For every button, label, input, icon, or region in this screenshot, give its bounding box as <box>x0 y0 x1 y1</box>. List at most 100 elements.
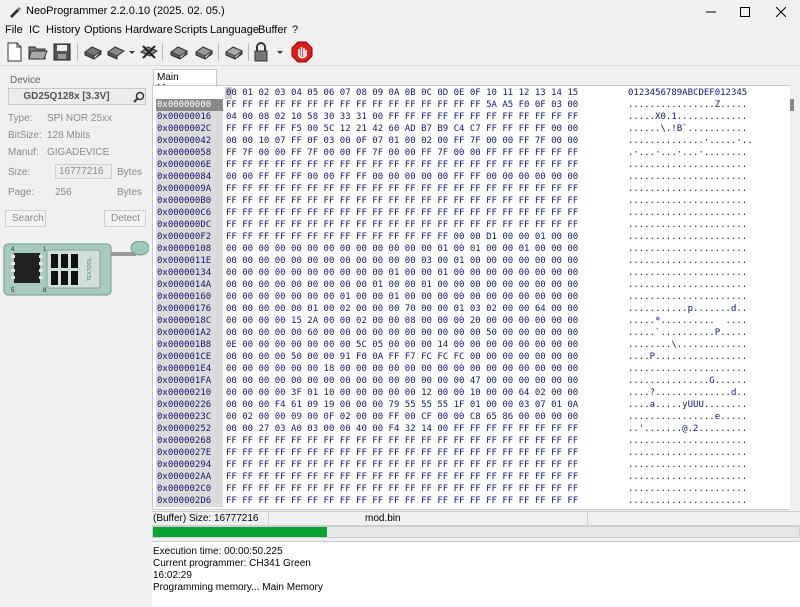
row-bytes[interactable]: 00 00 00 00 00 00 00 00 00 00 00 00 00 0… <box>226 375 578 387</box>
tab-main-memory[interactable]: Main Memory <box>153 69 217 94</box>
row-bytes[interactable]: FF FF FF FF FF FF FF FF FF FF FF FF FF F… <box>226 219 578 231</box>
row-ascii[interactable]: .....*.......... .... <box>628 315 747 327</box>
menu-options[interactable]: Options <box>84 24 122 36</box>
table-row[interactable]: 0x000001A2 00 00 00 00 00 60 00 00 00 00 … <box>153 327 790 339</box>
row-ascii[interactable]: ...................... <box>628 231 747 243</box>
row-bytes[interactable]: 00 00 10 07 FF 0F 03 00 0F 07 01 00 02 0… <box>226 135 578 147</box>
row-ascii[interactable]: ...................... <box>628 255 747 267</box>
table-row[interactable]: 0x00000268 FF FF FF FF FF FF FF FF FF FF … <box>153 435 790 447</box>
row-bytes[interactable]: FF FF FF FF FF FF FF FF FF FF FF FF FF F… <box>226 207 578 219</box>
write-chip-button[interactable] <box>193 41 215 63</box>
row-bytes[interactable]: 04 00 08 02 10 58 30 33 31 00 FF FF FF F… <box>226 111 578 123</box>
row-ascii[interactable]: ................e..... <box>628 411 747 423</box>
row-bytes[interactable]: FF FF FF FF FF FF FF FF FF FF FF FF FF F… <box>226 195 578 207</box>
protect-lock-dropdown[interactable] <box>252 41 286 63</box>
row-bytes[interactable]: 00 00 FF FF FF 00 00 FF FF 00 00 00 00 0… <box>226 171 578 183</box>
table-row[interactable]: 0x0000027E FF FF FF FF FF FF FF FF FF FF … <box>153 447 790 459</box>
row-bytes[interactable]: FF FF FF FF FF FF FF FF FF FF FF FF FF F… <box>226 447 578 459</box>
table-row[interactable]: 0x00000226 00 00 00 F4 61 09 19 00 00 00 … <box>153 399 790 411</box>
row-bytes[interactable]: FF FF FF FF FF FF FF FF FF FF FF FF FF F… <box>226 483 578 495</box>
row-bytes[interactable]: 00 00 00 00 00 60 00 00 00 00 00 00 00 0… <box>226 327 578 339</box>
row-bytes[interactable]: FF FF FF FF FF FF FF FF FF FF FF FF FF F… <box>226 435 578 447</box>
table-row[interactable]: 0x000000DC FF FF FF FF FF FF FF FF FF FF … <box>153 219 790 231</box>
row-bytes[interactable]: FF FF FF FF FF FF FF FF FF FF FF FF FF F… <box>226 495 578 507</box>
row-ascii[interactable]: ...................... <box>628 207 747 219</box>
row-ascii[interactable]: ...........p.......d.. <box>628 303 747 315</box>
row-bytes[interactable]: FF FF FF FF FF FF FF FF FF FF FF FF FF F… <box>226 471 578 483</box>
row-bytes[interactable]: FF FF FF FF FF FF FF FF FF FF FF FF FF F… <box>226 459 578 471</box>
row-bytes[interactable]: 00 00 00 00 3F 01 10 00 00 00 00 00 12 0… <box>226 387 578 399</box>
table-row[interactable]: 0x00000134 00 00 00 00 00 00 00 00 00 00 … <box>153 267 790 279</box>
log-output[interactable]: Execution time: 00:00:50.225 Current pro… <box>152 541 800 607</box>
row-ascii[interactable]: ..'.......@.2......... <box>628 423 747 435</box>
row-bytes[interactable]: 00 00 00 00 00 01 00 02 00 00 00 70 00 0… <box>226 303 578 315</box>
table-row[interactable]: 0x000002C0 FF FF FF FF FF FF FF FF FF FF … <box>153 483 790 495</box>
row-ascii[interactable]: ....a.....yUUU........ <box>628 399 747 411</box>
row-ascii[interactable]: ...................... <box>628 219 747 231</box>
row-bytes[interactable]: FF FF FF FF FF FF FF FF FF FF FF FF FF F… <box>226 159 578 171</box>
erase-chip-button[interactable] <box>168 41 190 63</box>
row-ascii[interactable]: ....P................. <box>628 351 747 363</box>
device-name-box[interactable]: GD25Q128x [3.3V] <box>8 88 146 105</box>
table-row[interactable]: 0x00000016 04 00 08 02 10 58 30 33 31 00 … <box>153 111 790 123</box>
table-row[interactable]: 0x000001CE 00 00 00 00 50 00 00 91 F0 0A … <box>153 351 790 363</box>
row-ascii[interactable]: ...................... <box>628 195 747 207</box>
row-ascii[interactable]: ...................... <box>628 363 747 375</box>
menu-hardware[interactable]: Hardware <box>125 24 173 36</box>
row-ascii[interactable]: ................Z..... <box>628 99 747 111</box>
row-ascii[interactable]: ...................... <box>628 483 747 495</box>
row-ascii[interactable]: ...................... <box>628 243 747 255</box>
table-row[interactable]: 0x0000002C FF FF FF FF F5 00 5C 12 21 42 … <box>153 123 790 135</box>
row-ascii[interactable]: ...................... <box>628 495 747 507</box>
table-row[interactable]: 0x000001E4 00 00 00 00 00 00 18 00 00 00 … <box>153 363 790 375</box>
menu-help[interactable]: ? <box>292 24 298 36</box>
row-ascii[interactable]: ...................... <box>628 183 747 195</box>
table-row[interactable]: 0x0000006E FF FF FF FF FF FF FF FF FF FF … <box>153 159 790 171</box>
menu-file[interactable]: File <box>5 24 23 36</box>
scrollbar-thumb[interactable] <box>790 99 794 111</box>
table-row[interactable]: 0x000001B8 0E 00 00 00 00 00 00 00 5C 05 … <box>153 339 790 351</box>
detect-button[interactable]: Detect <box>104 210 146 227</box>
row-bytes[interactable]: FF FF FF FF FF FF FF FF FF FF FF FF FF F… <box>226 183 578 195</box>
menu-ic[interactable]: IC <box>29 24 40 36</box>
save-button[interactable] <box>51 41 73 63</box>
new-file-button[interactable] <box>3 41 25 63</box>
table-row[interactable]: 0x00000176 00 00 00 00 00 01 00 02 00 00 … <box>153 303 790 315</box>
table-row[interactable]: 0x00000108 00 00 00 00 00 00 00 00 00 00 … <box>153 243 790 255</box>
table-row[interactable]: 0x0000011E 00 00 00 00 00 00 00 00 00 00 … <box>153 255 790 267</box>
minimize-button[interactable] <box>694 0 728 23</box>
read-chip-button[interactable] <box>82 41 104 63</box>
open-button[interactable] <box>27 41 49 63</box>
row-ascii[interactable]: ...................... <box>628 279 747 291</box>
search-button[interactable]: Search <box>5 210 46 227</box>
menu-scripts[interactable]: Scripts <box>174 24 208 36</box>
row-bytes[interactable]: 00 00 00 00 50 00 00 91 F0 0A FF F7 FC F… <box>226 351 578 363</box>
row-bytes[interactable]: 00 00 00 00 00 00 00 00 00 00 01 00 00 0… <box>226 267 578 279</box>
row-ascii[interactable]: ...................... <box>628 267 747 279</box>
row-bytes[interactable]: 00 00 00 00 00 00 00 00 00 00 00 00 03 0… <box>226 255 578 267</box>
row-ascii[interactable]: ...................... <box>628 459 747 471</box>
row-ascii[interactable]: ...................... <box>628 447 747 459</box>
row-ascii[interactable]: ...............G...... <box>628 375 747 387</box>
row-bytes[interactable]: 0E 00 00 00 00 00 00 00 5C 05 00 00 00 1… <box>226 339 578 351</box>
menu-history[interactable]: History <box>46 24 80 36</box>
row-bytes[interactable]: 00 00 00 00 00 00 00 00 00 01 00 00 01 0… <box>226 279 578 291</box>
row-ascii[interactable]: ........\............. <box>628 339 747 351</box>
table-row[interactable]: 0x00000042 00 00 10 07 FF 0F 03 00 0F 07 … <box>153 135 790 147</box>
row-ascii[interactable]: ...................... <box>628 435 747 447</box>
row-bytes[interactable]: FF FF FF FF F5 00 5C 12 21 42 60 AD B7 B… <box>226 123 578 135</box>
row-bytes[interactable]: 00 02 00 00 09 00 0F 02 00 00 FF 00 CF 0… <box>226 411 578 423</box>
row-bytes[interactable]: 00 00 00 00 00 00 00 01 00 00 01 00 00 0… <box>226 291 578 303</box>
row-bytes[interactable]: FF FF FF FF FF FF FF FF FF FF FF FF FF F… <box>226 99 578 111</box>
table-row[interactable]: 0x00000000 FF FF FF FF FF FF FF FF FF FF … <box>153 99 790 111</box>
row-bytes[interactable]: 00 00 27 03 A0 03 00 00 40 00 F4 32 14 0… <box>226 423 578 435</box>
table-row[interactable]: 0x000001FA 00 00 00 00 00 00 00 00 00 00 … <box>153 375 790 387</box>
row-ascii[interactable]: .....X0.1............. <box>628 111 747 123</box>
device-search-icon[interactable] <box>133 91 145 103</box>
menu-language[interactable]: Language <box>210 24 259 36</box>
table-row[interactable]: 0x000000C6 FF FF FF FF FF FF FF FF FF FF … <box>153 207 790 219</box>
verify-chip-button[interactable] <box>138 41 160 63</box>
row-bytes[interactable]: FF FF FF FF FF FF FF FF FF FF FF FF FF F… <box>226 231 578 243</box>
table-row[interactable]: 0x00000294 FF FF FF FF FF FF FF FF FF FF … <box>153 459 790 471</box>
table-row[interactable]: 0x0000018C 00 00 00 00 15 2A 00 00 02 00 … <box>153 315 790 327</box>
